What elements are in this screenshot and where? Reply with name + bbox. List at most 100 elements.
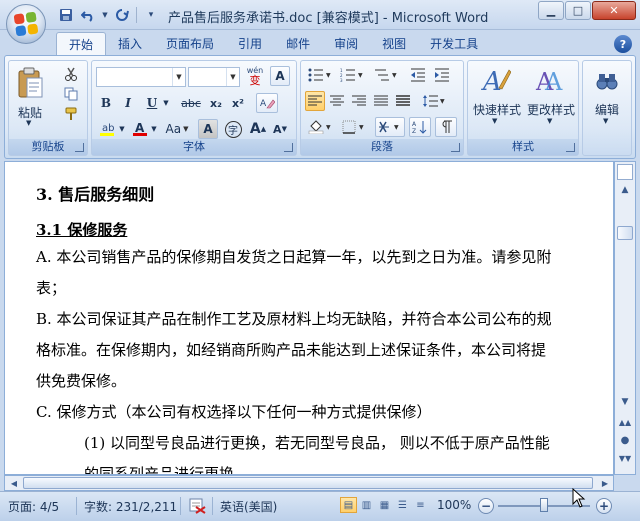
cut-icon[interactable] (61, 65, 81, 83)
editing-dropdown-icon[interactable]: ▼ (603, 117, 608, 125)
undo-icon[interactable] (78, 6, 98, 24)
maximize-button[interactable]: □ (565, 1, 591, 20)
increase-indent-icon[interactable] (431, 65, 453, 85)
italic-button[interactable]: I (118, 93, 138, 113)
tab-page-layout[interactable]: 页面布局 (154, 32, 226, 55)
borders-icon[interactable]: ▼ (339, 117, 369, 137)
multilevel-list-icon[interactable]: ▼ (371, 65, 401, 85)
highlight-icon[interactable]: ab (96, 119, 118, 139)
word-count[interactable]: 字数: 231/2,211 (84, 498, 177, 515)
zoom-level[interactable]: 100% (437, 498, 471, 512)
undo-dropdown-icon[interactable]: ▼ (100, 6, 110, 24)
redo-icon[interactable] (112, 6, 132, 24)
document-page[interactable]: 3. 售后服务细则 3.1 保修服务 A. 本公司销售产品的保修期自发货之日起算… (4, 161, 614, 475)
paragraph-line[interactable]: B. 本公司保证其产品在制作工艺及原材料上均无缺陷，并符合本公司公布的规 (36, 304, 596, 335)
shrink-font-button[interactable]: A ▼ (270, 119, 290, 139)
underline-button[interactable]: U (142, 93, 162, 113)
decrease-indent-icon[interactable] (407, 65, 429, 85)
format-painter-icon[interactable] (61, 105, 81, 123)
char-shading-icon[interactable]: A (198, 119, 218, 139)
heading-3[interactable]: 3. 售后服务细则 (36, 180, 596, 210)
tab-references[interactable]: 引用 (226, 32, 274, 55)
document-body[interactable]: 3. 售后服务细则 3.1 保修服务 A. 本公司销售产品的保修期自发货之日起算… (36, 180, 596, 474)
office-button[interactable] (6, 4, 46, 44)
phonetic-guide-icon[interactable]: wén 变 (244, 65, 266, 87)
view-ruler-icon[interactable] (617, 164, 633, 180)
change-styles-label[interactable]: 更改样式 (524, 101, 578, 118)
paste-dropdown-icon[interactable]: ▼ (26, 119, 31, 127)
quick-styles-dropdown-icon[interactable]: ▼ (492, 117, 497, 125)
paragraph-line[interactable]: A. 本公司销售产品的保修期自发货之日起算一年，以先到之日为准。请参见附 (36, 242, 596, 273)
horizontal-scroll-thumb[interactable] (23, 477, 593, 489)
paragraph-line[interactable]: C. 保修方式（本公司有权选择以下任何一种方式提供保修） (36, 397, 596, 428)
save-icon[interactable] (56, 6, 76, 24)
full-screen-reading-view-icon[interactable]: ▥ (358, 497, 375, 513)
page-indicator[interactable]: 页面: 4/5 (8, 498, 59, 515)
copy-icon[interactable] (61, 85, 81, 103)
justify-button[interactable] (371, 91, 391, 111)
change-styles-dropdown-icon[interactable]: ▼ (547, 117, 552, 125)
minimize-button[interactable]: ▁ (538, 1, 564, 20)
grow-font-button[interactable]: A ▲ (248, 119, 268, 139)
change-case-button[interactable]: Aa ▼ (164, 119, 190, 139)
paragraph-line[interactable]: (1) 以同型号良品进行更换，若无同型号良品， 则以不低于原产品性能 (36, 428, 596, 459)
language-indicator[interactable]: 英语(美国) (220, 498, 277, 515)
help-icon[interactable]: ? (614, 35, 632, 53)
align-center-button[interactable] (327, 91, 347, 111)
heading-3-1[interactable]: 3.1 保修服务 (36, 210, 596, 242)
close-button[interactable]: ✕ (592, 1, 636, 20)
tab-mailings[interactable]: 邮件 (274, 32, 322, 55)
scroll-up-icon[interactable]: ▲ (617, 182, 633, 198)
zoom-slider-thumb[interactable] (540, 498, 548, 512)
paragraph-line[interactable]: 的同系列产品进行更换。 (36, 459, 596, 474)
editing-label[interactable]: 编辑 (583, 101, 631, 118)
next-page-icon[interactable]: ▼▼ (617, 450, 633, 466)
align-right-button[interactable] (349, 91, 369, 111)
scroll-left-icon[interactable]: ◀ (6, 476, 22, 490)
align-left-button[interactable] (305, 91, 325, 111)
paste-icon[interactable] (13, 65, 47, 101)
paragraph-line[interactable]: 格标准。在保修期内，如经销商所购产品未能达到上述保证条件，本公司将提 (36, 335, 596, 366)
enclose-char-icon[interactable]: 字 (222, 119, 244, 139)
quick-styles-label[interactable]: 快速样式 (470, 101, 524, 118)
vertical-scrollbar[interactable]: ▲ ▼ ▲▲ ● ▼▼ (614, 161, 636, 475)
outline-view-icon[interactable]: ☰ (394, 497, 411, 513)
font-launcher-icon[interactable] (284, 143, 293, 152)
zoom-out-icon[interactable]: − (478, 498, 494, 514)
show-marks-icon[interactable] (435, 117, 457, 137)
tab-view[interactable]: 视图 (370, 32, 418, 55)
sort-icon[interactable]: AZ (409, 117, 431, 137)
distributed-align-button[interactable] (393, 91, 413, 111)
subscript-button[interactable]: x₂ (206, 93, 226, 113)
tab-developer[interactable]: 开发工具 (418, 32, 490, 55)
font-color-icon[interactable]: A (130, 119, 150, 139)
numbering-icon[interactable]: 1 2 3 ▼ (337, 65, 367, 85)
paragraph-line[interactable]: 表； (36, 273, 596, 304)
proofing-icon[interactable] (188, 496, 206, 517)
bold-button[interactable]: B (96, 93, 116, 113)
chinese-layout-icon[interactable]: ▼ (375, 117, 405, 137)
scroll-down-icon[interactable]: ▼ (617, 394, 633, 410)
highlight-dropdown-icon[interactable]: ▼ (117, 119, 127, 139)
previous-page-icon[interactable]: ▲▲ (617, 414, 633, 430)
vertical-scroll-thumb[interactable] (617, 226, 633, 240)
font-name-dropdown-icon[interactable]: ▼ (172, 68, 185, 86)
change-styles-icon[interactable]: AA (532, 65, 568, 97)
clear-formatting-icon[interactable]: A (256, 93, 278, 113)
scroll-right-icon[interactable]: ▶ (597, 476, 613, 490)
quick-styles-icon[interactable]: A (478, 65, 514, 97)
font-size-dropdown-icon[interactable]: ▼ (226, 68, 239, 86)
font-name-combo[interactable]: ▼ (96, 67, 186, 87)
zoom-in-icon[interactable]: + (596, 498, 612, 514)
draft-view-icon[interactable]: ≡ (412, 497, 429, 513)
char-border-icon[interactable]: A (270, 66, 290, 86)
select-browse-object-icon[interactable]: ● (617, 432, 633, 448)
clipboard-launcher-icon[interactable] (75, 143, 84, 152)
styles-launcher-icon[interactable] (566, 143, 575, 152)
find-binoculars-icon[interactable] (593, 67, 621, 95)
print-layout-view-icon[interactable]: ▤ (340, 497, 357, 513)
superscript-button[interactable]: x² (228, 93, 248, 113)
tab-home[interactable]: 开始 (56, 32, 107, 55)
horizontal-scrollbar[interactable]: ◀ ▶ (4, 475, 614, 491)
web-layout-view-icon[interactable]: ▦ (376, 497, 393, 513)
